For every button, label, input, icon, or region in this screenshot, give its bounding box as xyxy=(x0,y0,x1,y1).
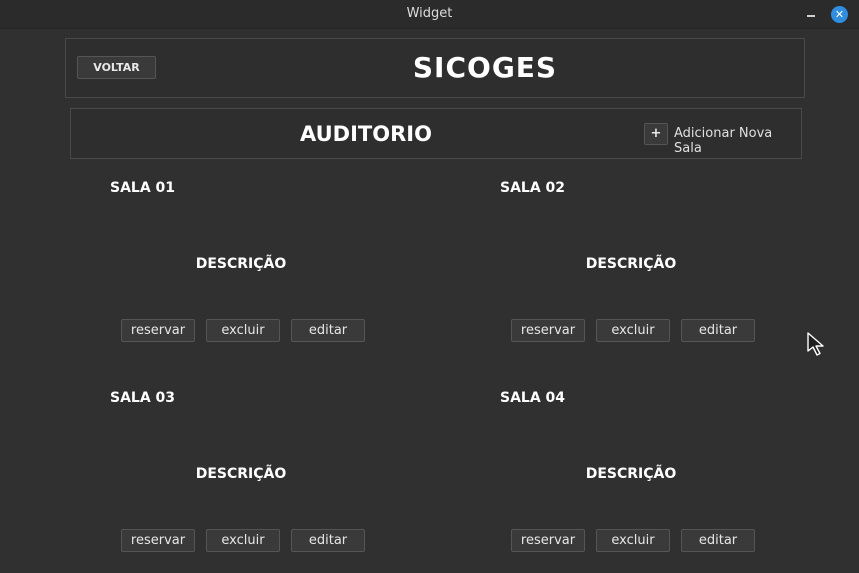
minimize-icon[interactable] xyxy=(804,6,818,22)
section-panel: AUDITORIO + Adicionar Nova Sala xyxy=(70,108,802,159)
delete-button[interactable]: excluir xyxy=(206,529,280,552)
reserve-button[interactable]: reservar xyxy=(511,319,585,342)
delete-button[interactable]: excluir xyxy=(206,319,280,342)
room-description: DESCRIÇÃO xyxy=(585,256,677,272)
room-name: SALA 01 xyxy=(110,180,176,196)
window-title: Widget xyxy=(406,6,453,21)
section-title: AUDITORIO xyxy=(300,122,432,146)
mouse-cursor-icon xyxy=(807,332,824,356)
room-name: SALA 04 xyxy=(500,390,566,406)
close-icon[interactable]: ✕ xyxy=(831,6,848,23)
add-room-label[interactable]: Adicionar Nova Sala xyxy=(674,126,801,156)
edit-button[interactable]: editar xyxy=(291,529,365,552)
delete-button[interactable]: excluir xyxy=(596,529,670,552)
reserve-button[interactable]: reservar xyxy=(121,319,195,342)
reserve-button[interactable]: reservar xyxy=(511,529,585,552)
delete-button[interactable]: excluir xyxy=(596,319,670,342)
edit-button[interactable]: editar xyxy=(681,529,755,552)
reserve-button[interactable]: reservar xyxy=(121,529,195,552)
room-name: SALA 02 xyxy=(500,180,566,196)
header-panel: VOLTAR SICOGES xyxy=(65,38,805,98)
room-description: DESCRIÇÃO xyxy=(195,466,287,482)
room-description: DESCRIÇÃO xyxy=(585,466,677,482)
edit-button[interactable]: editar xyxy=(681,319,755,342)
room-description: DESCRIÇÃO xyxy=(195,256,287,272)
room-name: SALA 03 xyxy=(110,390,176,406)
window-titlebar: Widget ✕ xyxy=(0,0,859,29)
edit-button[interactable]: editar xyxy=(291,319,365,342)
plus-icon: + xyxy=(650,126,662,141)
add-room-button[interactable]: + xyxy=(644,123,668,145)
app-title: SICOGES xyxy=(412,51,558,84)
